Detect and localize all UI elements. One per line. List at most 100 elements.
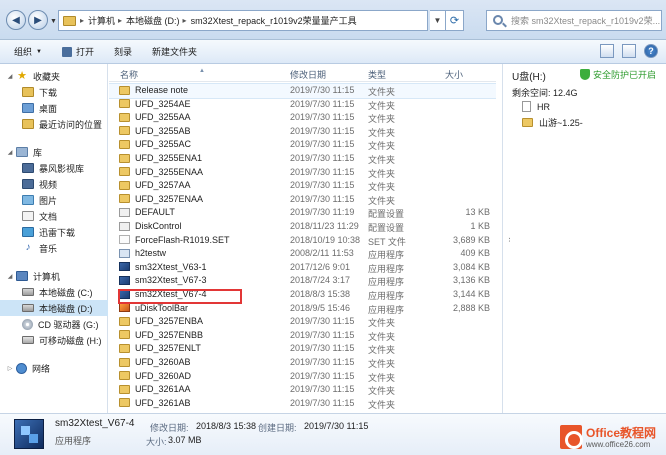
change-view-icon[interactable]	[600, 44, 614, 58]
nav-item-music[interactable]: ♪ 音乐	[0, 240, 108, 256]
search-input[interactable]: 搜索 sm32Xtest_repack_r1019v2荣...	[486, 10, 662, 31]
forward-button[interactable]: ▶	[28, 10, 48, 30]
column-date[interactable]: 修改日期	[290, 68, 326, 81]
address-bar-area: ◀ ▶ ▼ ▸ 计算机 ▸ 本地磁盘 (D:) ▸ sm32Xtest_repa…	[0, 0, 666, 40]
file-row[interactable]: DiskControl 2018/11/23 11:29 配置设置 1 KB	[109, 220, 496, 234]
column-type[interactable]: 类型	[368, 68, 386, 81]
refresh-button[interactable]: ⟳	[446, 10, 464, 31]
nav-libraries[interactable]: ◢ 库	[0, 144, 108, 160]
nav-network[interactable]: ▷ 网络	[0, 360, 108, 376]
chevron-right-icon[interactable]: ▸	[80, 16, 84, 25]
nav-computer[interactable]: ◢ 计算机	[0, 268, 108, 284]
chevron-right-icon[interactable]: ▸	[183, 16, 187, 25]
nav-item-desktop[interactable]: 桌面	[0, 100, 108, 116]
nav-item-pictures[interactable]: 图片	[0, 192, 108, 208]
cd-drive-icon	[22, 318, 33, 330]
library-icon	[16, 147, 28, 157]
burn-button[interactable]: 刻录	[114, 45, 132, 58]
preview-pane: U盘(H:) 安全防护已开启 剩余空间: 12.4G HR 山游~1.25-	[510, 64, 666, 413]
organize-label: 组织	[14, 47, 33, 57]
breadcrumb-current-folder[interactable]: sm32Xtest_repack_r1019v2荣量量产工具	[191, 14, 357, 27]
nav-item-documents[interactable]: 文档	[0, 208, 108, 224]
file-row[interactable]: h2testw 2008/2/11 11:53 应用程序 409 KB	[109, 247, 496, 261]
column-name[interactable]: 名称	[120, 68, 138, 81]
breadcrumb-computer[interactable]: 计算机	[88, 14, 115, 27]
file-row[interactable]: UFD_3257ENAA 2019/7/30 11:15 文件夹	[109, 193, 496, 207]
nav-item-removable-h[interactable]: 可移动磁盘 (H:)	[0, 332, 108, 348]
expand-icon[interactable]: ◢	[6, 149, 14, 156]
details-size-key: 大小:	[146, 437, 167, 447]
file-name-cell: Release note	[119, 85, 188, 95]
history-dropdown-icon[interactable]: ▼	[50, 18, 57, 25]
file-date: 2019/7/30 11:15	[290, 384, 355, 395]
file-row[interactable]: UFD_3260AD 2019/7/30 11:15 文件夹	[109, 370, 496, 384]
file-name-cell: UFD_3255ENAA	[119, 167, 203, 177]
file-row[interactable]: UFD_3257AA 2019/7/30 11:15 文件夹	[109, 179, 496, 193]
file-date: 2019/7/30 11:15	[290, 193, 355, 204]
address-input[interactable]: ▸ 计算机 ▸ 本地磁盘 (D:) ▸ sm32Xtest_repack_r10…	[58, 10, 428, 31]
nav-network-label: 网络	[32, 363, 51, 374]
open-button[interactable]: 打开	[61, 45, 94, 58]
file-row[interactable]: UFD_3257ENBA 2019/7/30 11:15 文件夹	[109, 315, 496, 329]
preview-item-hr[interactable]: HR	[522, 101, 550, 112]
file-row[interactable]: sm32Xtest_V63-1 2017/12/6 9:01 应用程序 3,084 K…	[109, 261, 496, 275]
file-row[interactable]: Release note 2019/7/30 11:15 文件夹	[109, 83, 496, 99]
file-type: 应用程序	[368, 291, 405, 301]
file-row[interactable]: UFD_3261AA 2019/7/30 11:15 文件夹	[109, 383, 496, 397]
file-row[interactable]: UFD_3257ENLT 2019/7/30 11:15 文件夹	[109, 342, 496, 356]
file-row[interactable]: sm32Xtest_V67-3 2018/7/24 3:17 应用程序 3,136 K…	[109, 274, 496, 288]
nav-favorites[interactable]: ◢ ★ 收藏夹	[0, 68, 108, 84]
file-row[interactable]: UFD_3255ENA1 2019/7/30 11:15 文件夹	[109, 152, 496, 166]
drive-icon	[22, 288, 34, 296]
nav-item-baofeng[interactable]: 暴风影视库	[0, 160, 108, 176]
column-size[interactable]: 大小	[445, 68, 463, 81]
file-row[interactable]: uDiskToolBar 2018/9/5 15:46 应用程序 2,888 KB	[109, 302, 496, 316]
file-row[interactable]: UFD_3260AB 2019/7/30 11:15 文件夹	[109, 356, 496, 370]
file-row[interactable]: UFD_3255ENAA 2019/7/30 11:15 文件夹	[109, 166, 496, 180]
nav-item-drive-d[interactable]: 本地磁盘 (D:)	[0, 300, 108, 316]
new-folder-button[interactable]: 新建文件夹	[152, 45, 197, 58]
expand-icon[interactable]: ▷	[6, 365, 14, 372]
nav-item-recent[interactable]: 最近访问的位置	[0, 116, 108, 132]
address-dropdown-button[interactable]: ▼	[430, 10, 446, 31]
file-date: 2019/7/30 11:15	[290, 180, 355, 191]
exe-icon	[119, 275, 130, 285]
organize-button[interactable]: 组织 ▼	[14, 45, 42, 58]
folder-icon	[119, 126, 130, 136]
file-row[interactable]: DEFAULT 2019/7/30 11:19 配置设置 13 KB	[109, 206, 496, 220]
expand-icon[interactable]: ◢	[6, 73, 14, 80]
file-row[interactable]: UFD_3255AB 2019/7/30 11:15 文件夹	[109, 125, 496, 139]
preview-item-folder[interactable]: 山游~1.25-	[522, 116, 583, 129]
pane-divider[interactable]	[502, 64, 503, 413]
nav-item-thunder-downloads[interactable]: 迅雷下载	[0, 224, 108, 240]
nav-item-label: 文档	[39, 211, 58, 222]
nav-item-cd-drive[interactable]: CD 驱动器 (G:)	[0, 316, 108, 332]
picture-icon	[22, 195, 34, 205]
nav-item-drive-c[interactable]: 本地磁盘 (C:)	[0, 284, 108, 300]
file-name: UFD_3257ENBB	[135, 329, 204, 340]
file-row[interactable]: ForceFlash-R1019.SET 2018/10/19 10:38 SET …	[109, 234, 496, 248]
file-row[interactable]: UFD_3257ENBB 2019/7/30 11:15 文件夹	[109, 329, 496, 343]
preview-pane-icon[interactable]	[622, 44, 636, 58]
tool-icon	[119, 303, 130, 313]
nav-item-label: CD 驱动器 (G:)	[38, 319, 99, 330]
file-row[interactable]: UFD_3254AE 2019/7/30 11:15 文件夹	[109, 98, 496, 112]
help-icon[interactable]: ?	[644, 44, 658, 58]
chevron-right-icon[interactable]: ▸	[118, 16, 122, 25]
file-type: 文件夹	[368, 399, 396, 410]
file-type: 应用程序	[368, 277, 405, 288]
breadcrumb-drive-d[interactable]: 本地磁盘 (D:)	[126, 14, 180, 27]
expand-icon[interactable]: ◢	[6, 273, 14, 280]
back-button[interactable]: ◀	[6, 10, 26, 30]
file-type: 文件夹	[368, 87, 396, 97]
file-name-cell: uDiskToolBar	[119, 303, 188, 313]
file-row[interactable]: sm32Xtest_V67-4 2018/8/3 15:38 应用程序 3,144 K…	[109, 288, 496, 302]
file-row[interactable]: UFD_3261AB 2019/7/30 11:15 文件夹	[109, 397, 496, 411]
file-row[interactable]: UFD_3255AA 2019/7/30 11:15 文件夹	[109, 111, 496, 125]
file-row[interactable]: UFD_3255AC 2019/7/30 11:15 文件夹	[109, 138, 496, 152]
file-list: ▲ 名称 修改日期 类型 大小 Release note 2019/7/30 11…	[109, 64, 496, 413]
nav-item-videos[interactable]: 视频	[0, 176, 108, 192]
nav-item-downloads[interactable]: 下载	[0, 84, 108, 100]
file-date: 2019/7/30 11:15	[290, 125, 355, 136]
details-modified-value: 2018/8/3 15:38	[196, 421, 257, 431]
